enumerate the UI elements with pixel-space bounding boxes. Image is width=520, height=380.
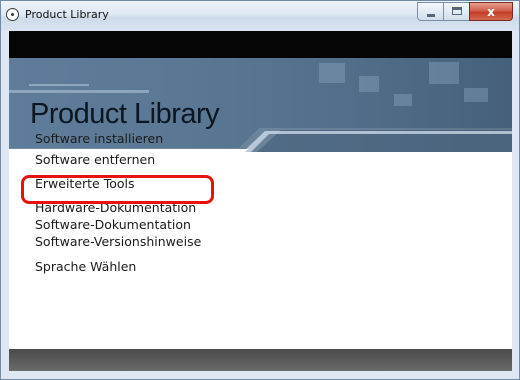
minimize-icon xyxy=(427,14,435,17)
minimize-button[interactable] xyxy=(417,2,444,21)
title-bar[interactable]: Product Library x xyxy=(1,1,519,31)
maximize-button[interactable] xyxy=(443,2,470,21)
close-button[interactable]: x xyxy=(469,2,513,21)
menu-item-software-installieren[interactable]: Software installieren xyxy=(35,131,163,147)
menu-item-software-dokumentation[interactable]: Software-Dokumentation xyxy=(35,217,191,233)
close-icon: x xyxy=(487,5,495,19)
banner-title: Product Library xyxy=(30,98,220,130)
menu-item-sprache-waehlen[interactable]: Sprache Wählen xyxy=(35,259,136,275)
footer-bar xyxy=(9,349,512,371)
menu-item-software-versionshinweise[interactable]: Software-Versionshinweise xyxy=(35,234,201,250)
client-area: Product Library Software installieren So… xyxy=(9,31,512,371)
header-band xyxy=(9,31,512,58)
caption-buttons: x xyxy=(417,2,513,22)
maximize-icon xyxy=(452,7,462,15)
highlight-annotation xyxy=(21,175,214,204)
product-library-window: Product Library x Product Library Softwa… xyxy=(0,0,520,380)
window-title: Product Library xyxy=(25,8,109,21)
menu-item-software-entfernen[interactable]: Software entfernen xyxy=(35,152,155,168)
cd-disc-icon xyxy=(6,8,19,21)
